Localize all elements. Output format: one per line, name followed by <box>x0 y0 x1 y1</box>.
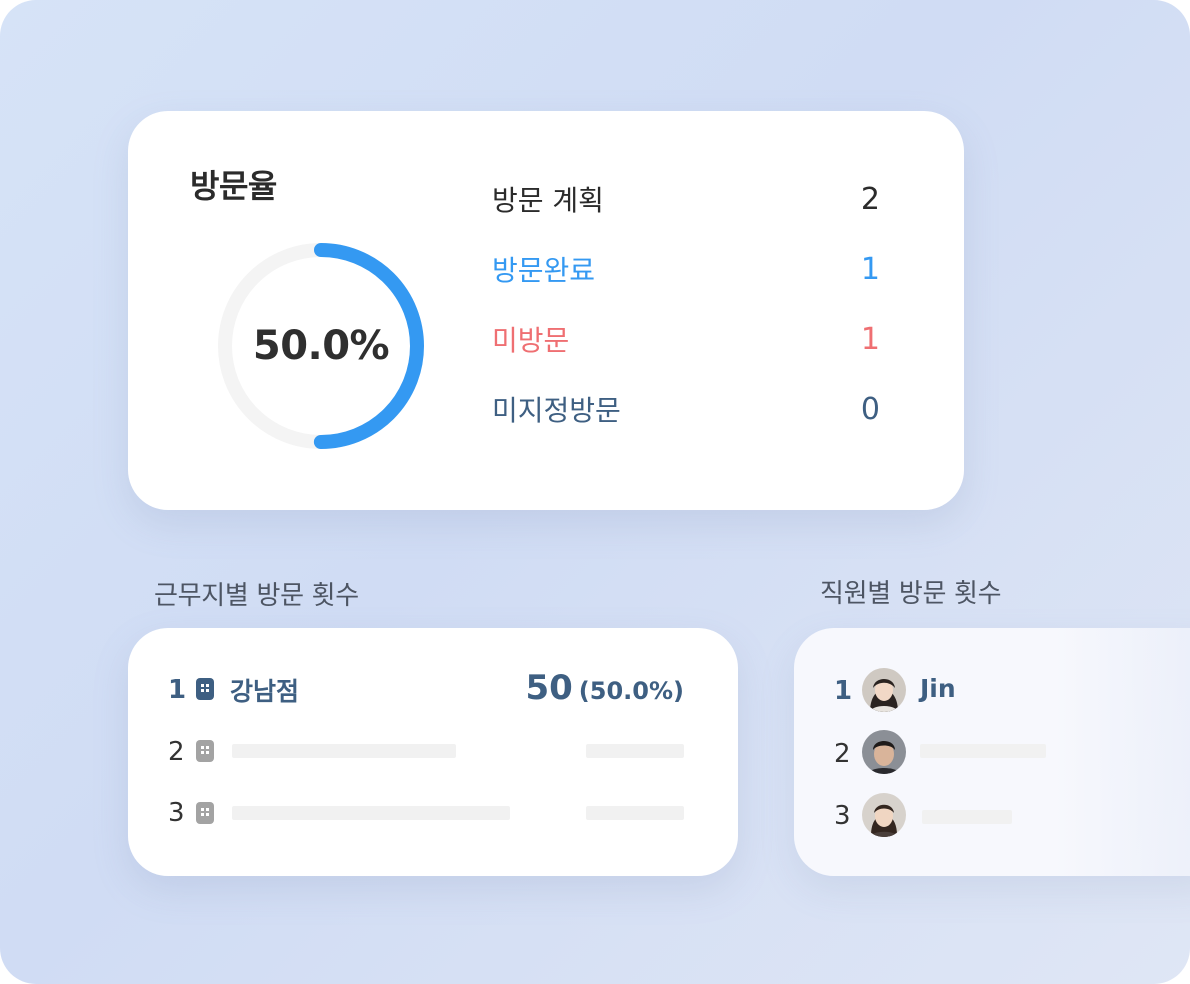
avatar <box>862 668 906 712</box>
stat-label-unassigned: 미지정방문 <box>492 394 621 427</box>
stat-value-completed: 1 <box>860 251 880 287</box>
visit-rate-donut: 50.0% <box>216 241 426 451</box>
stat-label-missed: 미방문 <box>492 324 570 357</box>
stat-row-missed: 미방문 1 <box>492 319 880 359</box>
building-icon <box>196 802 214 824</box>
location-count-value: 50 <box>525 668 573 708</box>
visit-rate-card: 방문율 50.0% 방문 계획 2 방문완료 1 미방문 1 미지정방문 0 <box>128 111 964 510</box>
location-visits-card: 1 강남점 50 (50.0%) 2 3 <box>128 628 738 876</box>
staff-visits-card: 1 Jin 2 3 <box>794 628 1190 876</box>
location-name-placeholder <box>232 806 510 820</box>
staff-name: Jin <box>920 674 956 703</box>
location-count-percent: (50.0%) <box>578 677 684 705</box>
location-rank: 3 <box>168 798 185 828</box>
stat-row-completed: 방문완료 1 <box>492 249 880 289</box>
location-visits-heading: 근무지별 방문 횟수 <box>154 581 359 611</box>
staff-visits-heading: 직원별 방문 횟수 <box>820 579 1002 609</box>
stat-row-planned: 방문 계획 2 <box>492 179 880 219</box>
building-icon <box>196 678 214 700</box>
building-icon <box>196 740 214 762</box>
stat-row-unassigned: 미지정방문 0 <box>492 389 880 429</box>
stat-label-planned: 방문 계획 <box>492 184 604 217</box>
staff-name-placeholder <box>920 744 1046 758</box>
location-visit-count: 50 (50.0%) <box>525 668 684 708</box>
visit-rate-title: 방문율 <box>190 167 277 205</box>
location-count-placeholder <box>586 744 684 758</box>
staff-name-placeholder <box>922 810 1012 824</box>
stat-value-unassigned: 0 <box>860 391 880 427</box>
avatar <box>862 793 906 837</box>
staff-rank: 1 <box>834 676 853 706</box>
avatar <box>862 730 906 774</box>
stat-value-missed: 1 <box>860 321 880 357</box>
location-name: 강남점 <box>230 677 300 706</box>
staff-rank: 3 <box>834 801 851 831</box>
location-name-placeholder <box>232 744 456 758</box>
staff-rank: 2 <box>834 739 851 769</box>
location-count-placeholder <box>586 806 684 820</box>
location-rank: 2 <box>168 737 185 767</box>
visit-rate-percent: 50.0% <box>252 323 390 369</box>
location-rank: 1 <box>168 675 187 705</box>
stat-value-planned: 2 <box>860 181 880 217</box>
stat-label-completed: 방문완료 <box>492 254 596 287</box>
dashboard-background: 방문율 50.0% 방문 계획 2 방문완료 1 미방문 1 미지정방문 0 근… <box>0 0 1190 984</box>
